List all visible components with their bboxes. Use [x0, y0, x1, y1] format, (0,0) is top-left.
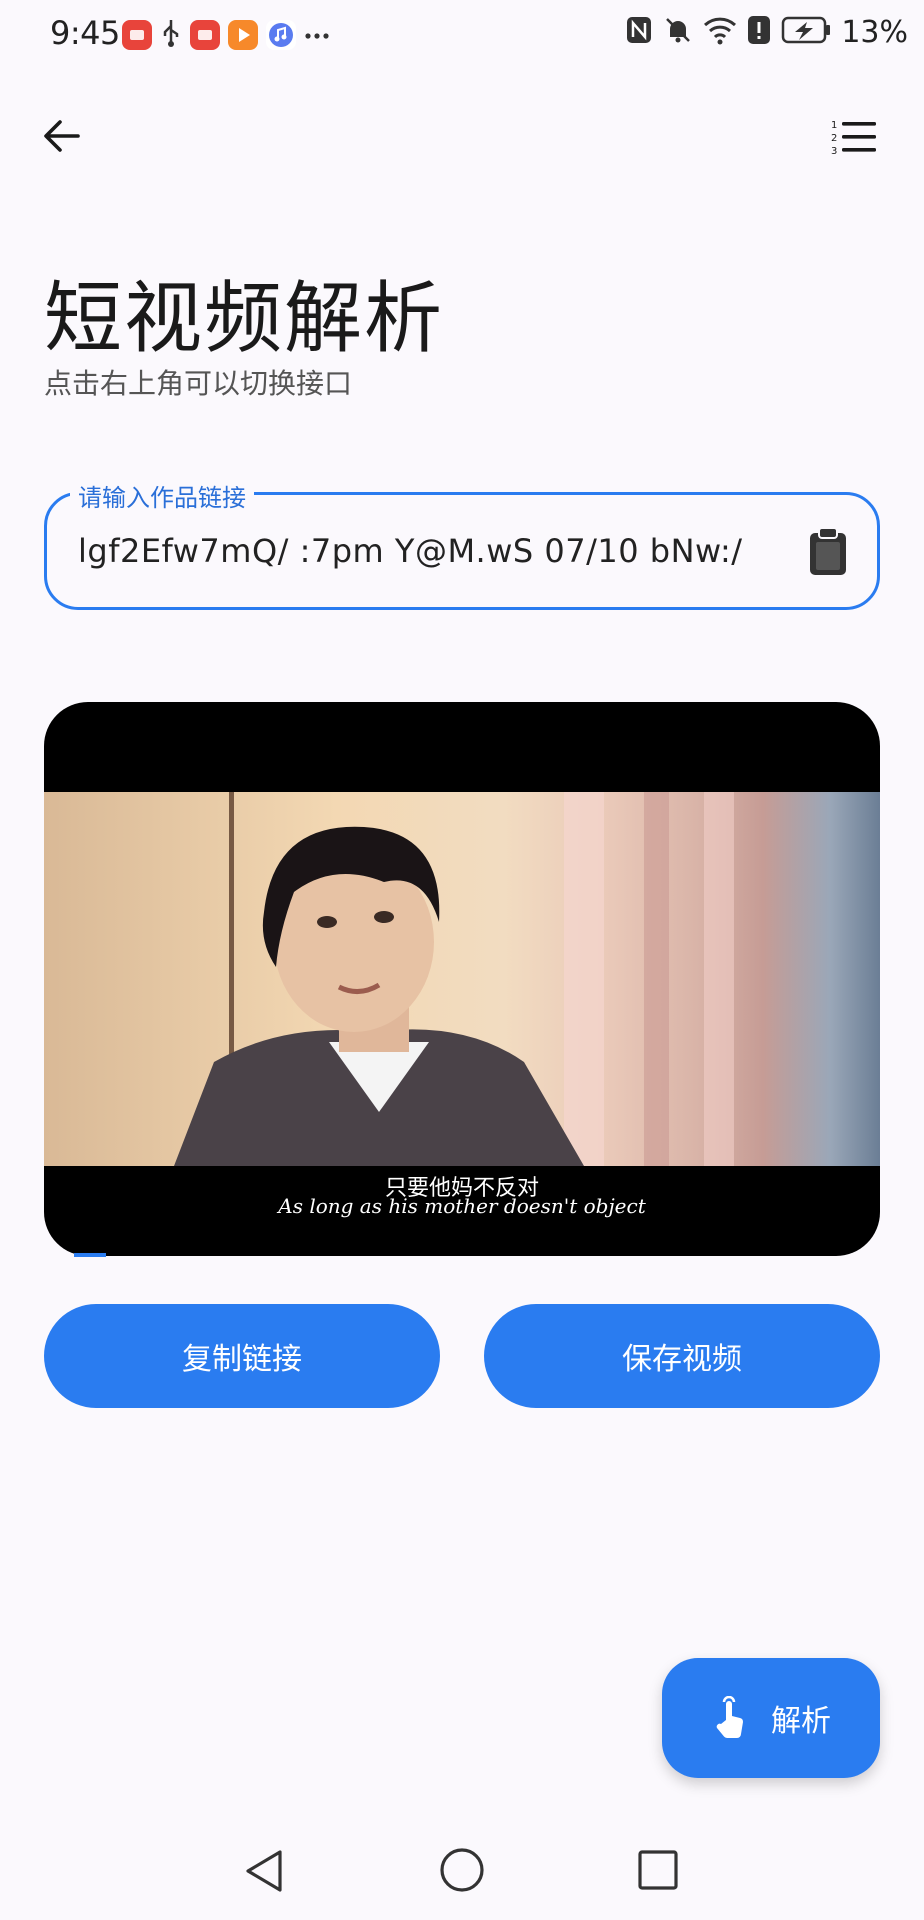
video-app-icon — [228, 20, 258, 50]
status-time: 9:45 — [50, 14, 120, 52]
link-input-label: 请输入作品链接 — [70, 478, 254, 513]
parse-fab-label: 解析 — [771, 1704, 831, 1739]
video-progress-bar[interactable] — [74, 1253, 106, 1257]
video-preview[interactable]: 只要他妈不反对 As long as his mother doesn't ob… — [44, 702, 880, 1256]
notification-icons — [122, 18, 330, 52]
huawei-appgallery-icon — [190, 20, 220, 50]
nav-recent-icon — [638, 1850, 678, 1890]
link-input[interactable]: lgf2Efw7mQ/ :7pm Y@M.wS 07/10 bNw:/ — [78, 532, 768, 570]
arrow-left-icon — [44, 120, 80, 152]
battery-percent: 13% — [841, 14, 908, 50]
nav-back-icon — [246, 1850, 282, 1892]
video-frame — [44, 792, 880, 1166]
system-indicators: 13% — [625, 14, 908, 50]
clipboard-icon — [810, 527, 846, 575]
wifi-icon — [703, 15, 737, 49]
tap-hand-icon — [716, 1696, 744, 1738]
nav-recent-button[interactable] — [636, 1848, 680, 1892]
nav-back-button[interactable] — [240, 1846, 290, 1896]
numbered-list-icon: 1 2 3 — [831, 120, 876, 157]
mute-icon — [663, 15, 693, 49]
parse-fab-button[interactable]: 解析 — [662, 1658, 880, 1778]
page-title: 短视频解析 — [44, 274, 445, 364]
svg-text:2: 2 — [831, 133, 837, 144]
usb-icon — [160, 18, 182, 52]
page-subtitle: 点击右上角可以切换接口 — [44, 367, 353, 400]
svg-text:1: 1 — [831, 120, 837, 131]
nav-home-icon — [440, 1848, 484, 1892]
save-video-button[interactable]: 保存视频 — [484, 1304, 880, 1408]
switch-interface-button[interactable]: 1 2 3 — [826, 112, 882, 164]
huawei-appgallery-icon — [122, 20, 152, 50]
alert-icon — [747, 14, 771, 50]
status-bar: 9:45 13% — [0, 0, 924, 72]
back-button[interactable] — [36, 110, 88, 162]
paste-button[interactable] — [804, 526, 852, 578]
svg-text:3: 3 — [831, 146, 837, 157]
more-dots-icon — [304, 26, 330, 45]
music-icon — [266, 20, 296, 50]
battery-charging-icon — [781, 15, 831, 49]
nfc-icon — [625, 15, 653, 49]
nav-home-button[interactable] — [438, 1846, 486, 1894]
copy-link-button[interactable]: 复制链接 — [44, 1304, 440, 1408]
video-subtitle-en: As long as his mother doesn't object — [278, 1194, 646, 1218]
